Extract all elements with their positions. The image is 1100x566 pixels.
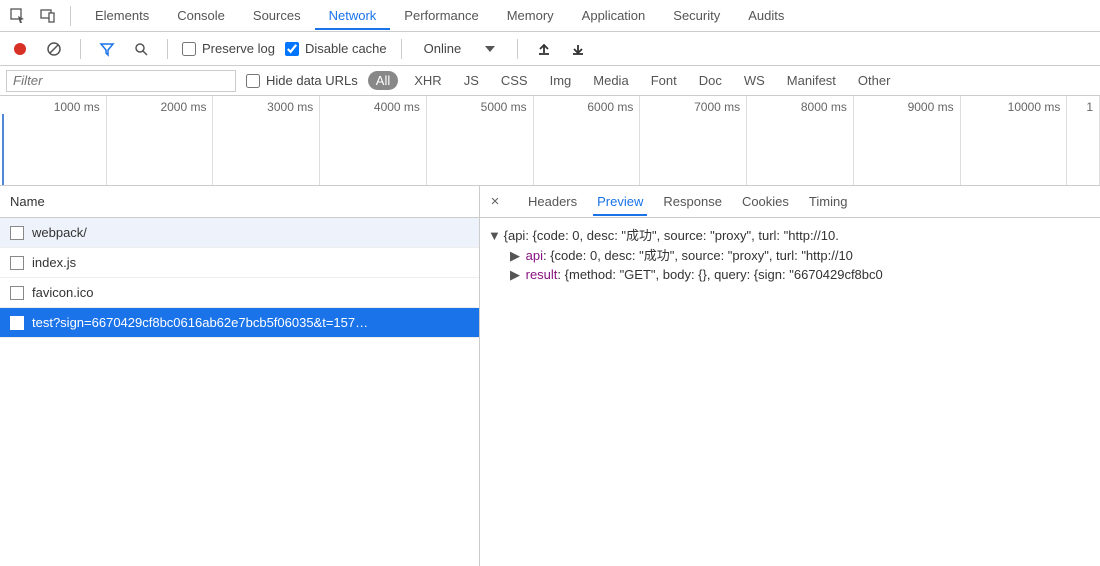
divider: [80, 39, 81, 59]
tab-elements[interactable]: Elements: [81, 2, 163, 29]
file-icon: [10, 256, 24, 270]
detail-tab-timing[interactable]: Timing: [809, 188, 848, 215]
timeline-tick: 2000 ms: [160, 100, 206, 114]
timeline-tick: 1: [1086, 100, 1093, 114]
type-filter-other[interactable]: Other: [852, 71, 897, 90]
timeline-tick: 1000 ms: [54, 100, 100, 114]
requests-header[interactable]: Name: [0, 186, 479, 218]
tab-security[interactable]: Security: [659, 2, 734, 29]
file-icon: [10, 316, 24, 330]
hide-data-urls-checkbox[interactable]: Hide data URLs: [246, 73, 358, 88]
throttling-select[interactable]: Online: [416, 39, 504, 58]
divider: [167, 39, 168, 59]
detail-pane: × Headers Preview Response Cookies Timin…: [480, 186, 1100, 566]
hide-data-urls-label: Hide data URLs: [266, 73, 358, 88]
request-name: test?sign=6670429cf8bc0616ab62e7bcb5f060…: [32, 315, 368, 330]
tree-toggle-closed-icon[interactable]: ▶: [510, 265, 520, 285]
type-filter-manifest[interactable]: Manifest: [781, 71, 842, 90]
preview-result-line[interactable]: ▶ result: {method: "GET", body: {}, quer…: [488, 265, 1092, 285]
tree-toggle-open-icon[interactable]: ▼: [488, 226, 498, 246]
file-icon: [10, 286, 24, 300]
timeline-tick: 4000 ms: [374, 100, 420, 114]
divider: [401, 39, 402, 59]
tree-toggle-closed-icon[interactable]: ▶: [510, 246, 520, 266]
timeline-tick: 10000 ms: [1008, 100, 1061, 114]
request-row[interactable]: index.js: [0, 248, 479, 278]
timeline-tick: 9000 ms: [908, 100, 954, 114]
close-icon[interactable]: ×: [486, 193, 504, 210]
inspect-icon[interactable]: [6, 4, 30, 28]
timeline-tick: 3000 ms: [267, 100, 313, 114]
hide-data-urls-input[interactable]: [246, 74, 260, 88]
type-filter-xhr[interactable]: XHR: [408, 71, 447, 90]
requests-pane: Name webpack/ index.js favicon.ico test?…: [0, 186, 480, 566]
type-filter-doc[interactable]: Doc: [693, 71, 728, 90]
import-har-icon[interactable]: [532, 37, 556, 61]
detail-tab-response[interactable]: Response: [663, 188, 722, 215]
detail-tabs: × Headers Preview Response Cookies Timin…: [480, 186, 1100, 218]
disable-cache-checkbox[interactable]: Disable cache: [285, 41, 387, 56]
filter-icon[interactable]: [95, 37, 119, 61]
disable-cache-label: Disable cache: [305, 41, 387, 56]
request-row[interactable]: test?sign=6670429cf8bc0616ab62e7bcb5f060…: [0, 308, 479, 338]
detail-tab-cookies[interactable]: Cookies: [742, 188, 789, 215]
detail-tab-preview[interactable]: Preview: [597, 188, 643, 215]
preview-result-value: : {method: "GET", body: {}, query: {sign…: [557, 267, 882, 282]
requests-list: webpack/ index.js favicon.ico test?sign=…: [0, 218, 479, 566]
request-name: webpack/: [32, 225, 87, 240]
network-subtoolbar: Preserve log Disable cache Online: [0, 32, 1100, 66]
timeline-tick: 6000 ms: [587, 100, 633, 114]
timeline[interactable]: 1000 ms 2000 ms 3000 ms 4000 ms 5000 ms …: [0, 96, 1100, 186]
divider: [70, 6, 71, 26]
record-icon[interactable]: [8, 37, 32, 61]
request-row[interactable]: favicon.ico: [0, 278, 479, 308]
search-icon[interactable]: [129, 37, 153, 61]
device-toggle-icon[interactable]: [36, 4, 60, 28]
type-filter-img[interactable]: Img: [544, 71, 578, 90]
preview-root-line[interactable]: ▼ {api: {code: 0, desc: "成功", source: "p…: [488, 226, 1092, 246]
split-panes: Name webpack/ index.js favicon.ico test?…: [0, 186, 1100, 566]
preserve-log-input[interactable]: [182, 42, 196, 56]
divider: [517, 39, 518, 59]
filter-input[interactable]: [6, 70, 236, 92]
detail-tab-headers[interactable]: Headers: [528, 188, 577, 215]
preserve-log-label: Preserve log: [202, 41, 275, 56]
type-filter-ws[interactable]: WS: [738, 71, 771, 90]
request-name: index.js: [32, 255, 76, 270]
disable-cache-input[interactable]: [285, 42, 299, 56]
timeline-tick: 8000 ms: [801, 100, 847, 114]
type-filter-font[interactable]: Font: [645, 71, 683, 90]
preview-root-text: {api: {code: 0, desc: "成功", source: "pro…: [504, 228, 839, 243]
type-filter-js[interactable]: JS: [458, 71, 485, 90]
export-har-icon[interactable]: [566, 37, 590, 61]
timeline-tick: 5000 ms: [481, 100, 527, 114]
preserve-log-checkbox[interactable]: Preserve log: [182, 41, 275, 56]
main-tabs: Elements Console Sources Network Perform…: [81, 2, 798, 29]
file-icon: [10, 226, 24, 240]
preview-api-key: api: [526, 248, 543, 263]
filter-row: Hide data URLs All XHR JS CSS Img Media …: [0, 66, 1100, 96]
clear-icon[interactable]: [42, 37, 66, 61]
request-name: favicon.ico: [32, 285, 93, 300]
tab-network[interactable]: Network: [315, 2, 391, 29]
preview-api-value: : {code: 0, desc: "成功", source: "proxy",…: [543, 248, 853, 263]
preview-body: ▼ {api: {code: 0, desc: "成功", source: "p…: [480, 218, 1100, 293]
tab-audits[interactable]: Audits: [734, 2, 798, 29]
type-filter-all[interactable]: All: [368, 71, 398, 90]
request-row[interactable]: webpack/: [0, 218, 479, 248]
throttling-label: Online: [424, 41, 462, 56]
tab-console[interactable]: Console: [163, 2, 239, 29]
tab-application[interactable]: Application: [568, 2, 660, 29]
tab-performance[interactable]: Performance: [390, 2, 492, 29]
timeline-tick: 7000 ms: [694, 100, 740, 114]
chevron-down-icon: [485, 46, 495, 52]
tab-memory[interactable]: Memory: [493, 2, 568, 29]
preview-api-line[interactable]: ▶ api: {code: 0, desc: "成功", source: "pr…: [488, 246, 1092, 266]
tab-sources[interactable]: Sources: [239, 2, 315, 29]
type-filter-css[interactable]: CSS: [495, 71, 534, 90]
type-filter-media[interactable]: Media: [587, 71, 634, 90]
main-toolbar: Elements Console Sources Network Perform…: [0, 0, 1100, 32]
preview-result-key: result: [526, 267, 558, 282]
